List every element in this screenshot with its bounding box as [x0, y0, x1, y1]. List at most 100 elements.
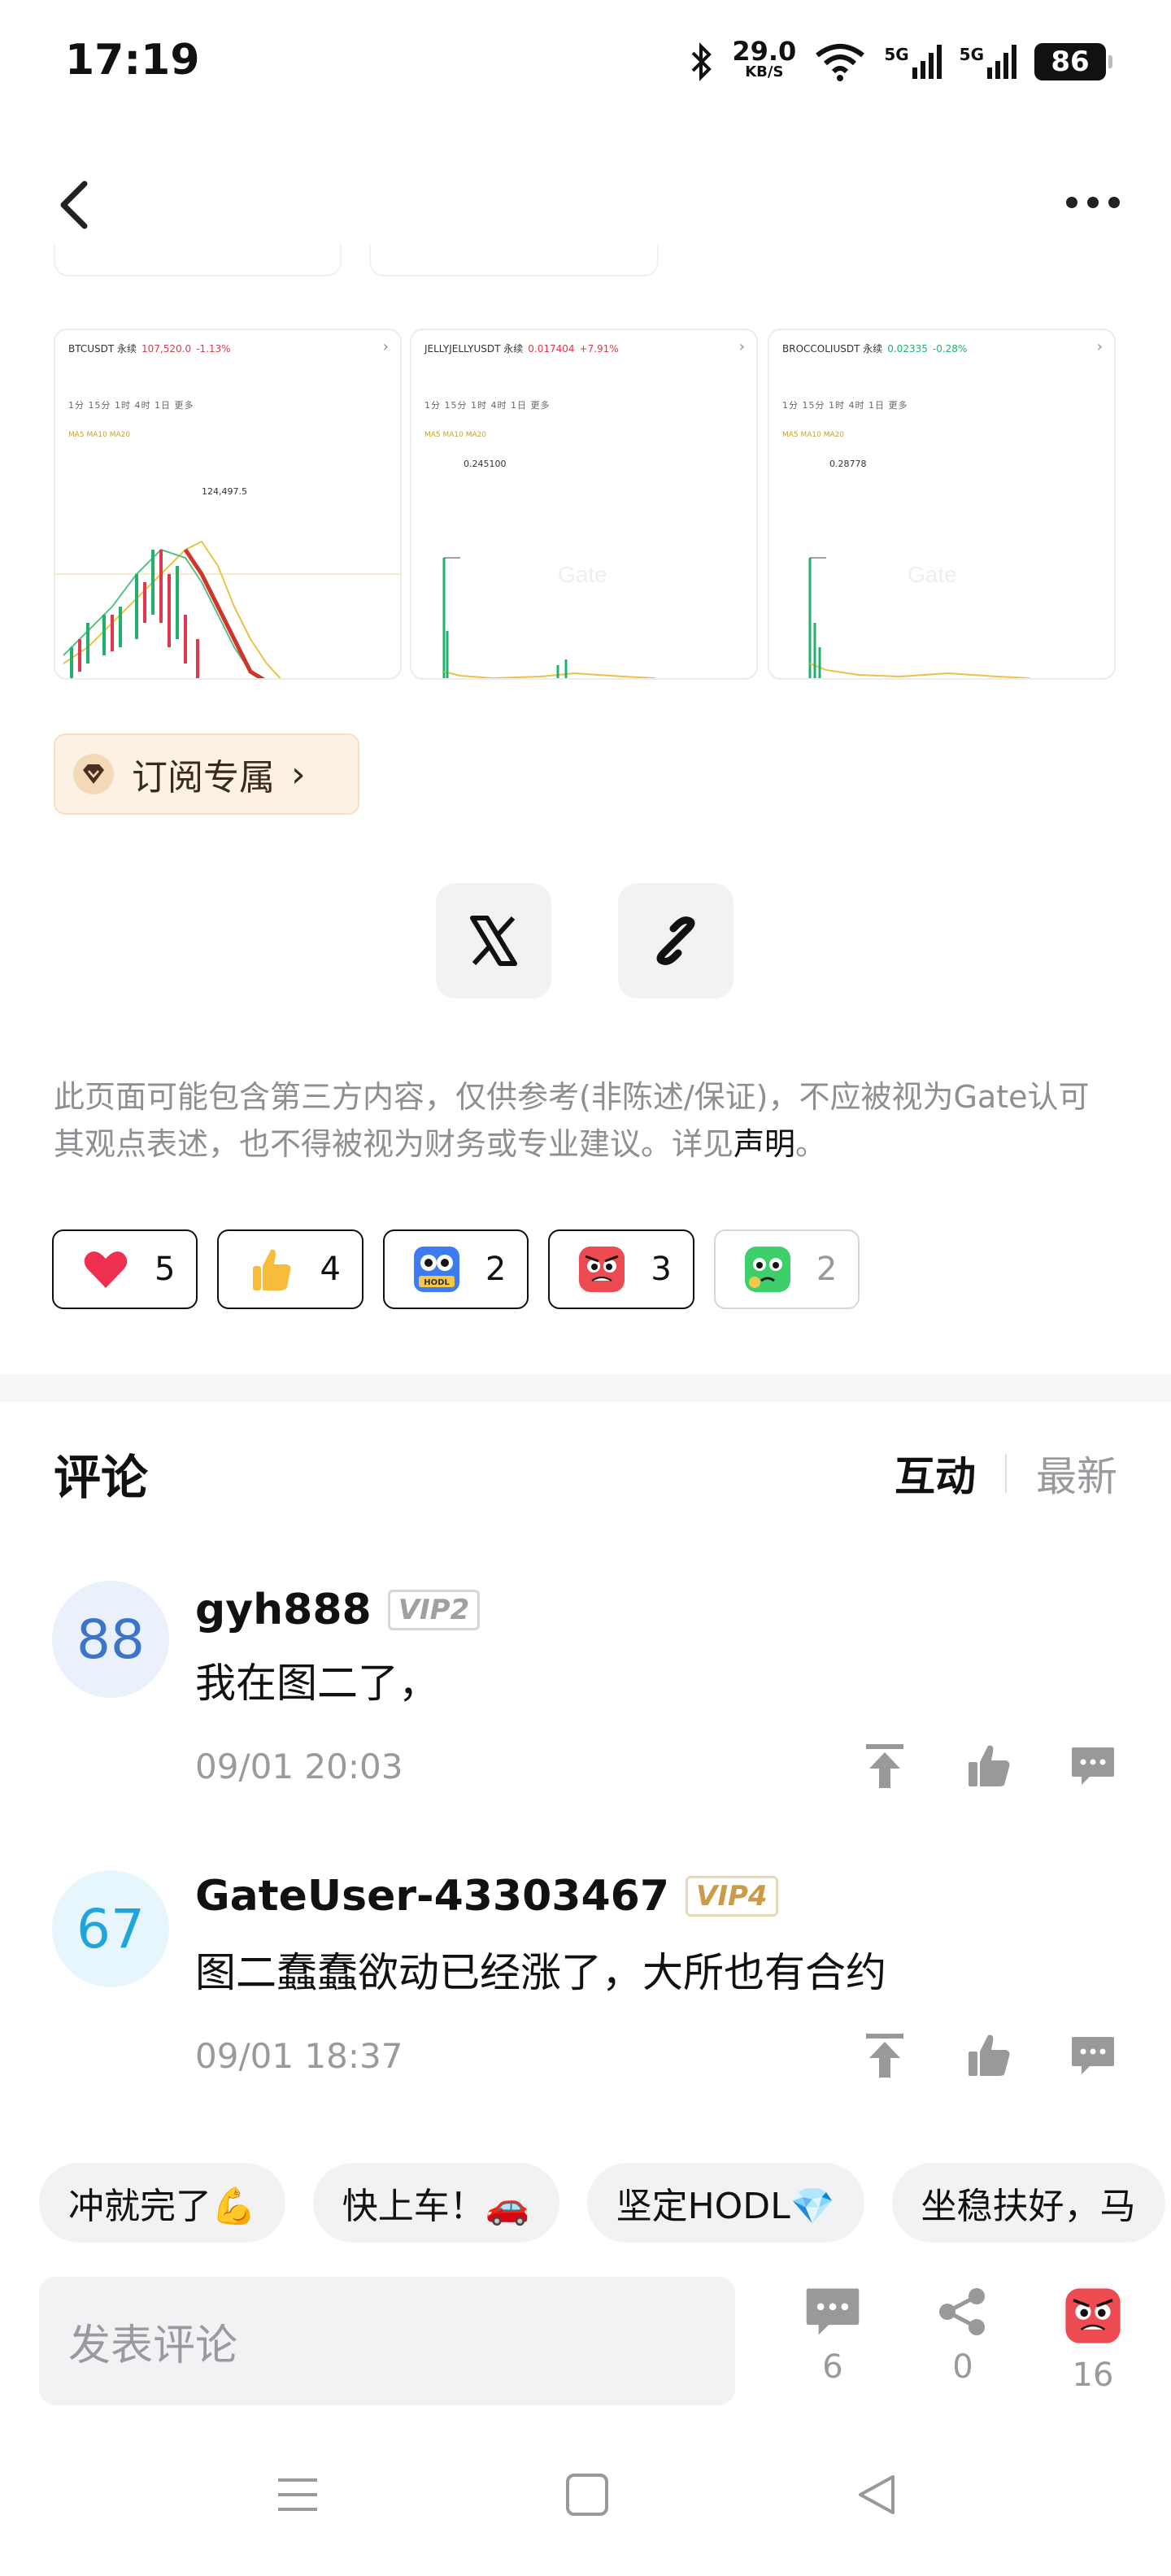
reply-button[interactable]: [1069, 1742, 1117, 1791]
reaction-angry[interactable]: 3: [548, 1229, 694, 1309]
reactions-bar: 5 4 HODL 2 3 2: [52, 1229, 860, 1309]
pin-top-button[interactable]: [860, 1742, 909, 1791]
quick-reply-chip[interactable]: 快上车！🚗: [312, 2163, 559, 2243]
quick-reply-chip[interactable]: 坐稳扶好，马: [891, 2163, 1165, 2243]
subscribe-exclusive-button[interactable]: 订阅专属 ›: [54, 733, 359, 815]
quick-reply-chip[interactable]: 冲就完了💪: [39, 2163, 285, 2243]
battery-indicator: 86: [1034, 43, 1112, 80]
link-icon: [656, 916, 695, 965]
share-count: 0: [952, 2348, 973, 2386]
share-x-button[interactable]: [436, 883, 551, 999]
like-button[interactable]: [964, 2031, 1013, 2080]
comment-input[interactable]: 发表评论: [39, 2277, 735, 2405]
chat-bubble-icon: [806, 2288, 860, 2335]
reaction-heart[interactable]: 5: [52, 1229, 198, 1309]
diamond-icon: [73, 754, 114, 794]
faint-card-right: [369, 244, 659, 276]
vip-badge: VIP2: [387, 1590, 481, 1630]
comments-title: 评论: [54, 1450, 149, 1505]
reactions-count: 16: [1072, 2356, 1114, 2394]
thumbs-up-icon: [969, 1745, 1010, 1786]
comment-username[interactable]: gyh888 VIP2: [195, 1586, 481, 1634]
chart-timeframes: 1分 15分 1时 4时 1日 更多: [782, 400, 908, 411]
svg-text:HODL: HODL: [424, 1278, 450, 1287]
avatar[interactable]: 88: [52, 1581, 169, 1698]
thumbs-up-icon: [246, 1245, 295, 1294]
chevron-right-icon: ›: [1096, 338, 1103, 355]
comments-count: 6: [822, 2348, 843, 2386]
chart-thumbnail-3[interactable]: BROCCOLIUSDT 永续 0.02335 -0.28% › 1分 15分 1时…: [768, 329, 1116, 680]
x-logo-icon: [470, 916, 517, 966]
wifi-icon: [816, 44, 865, 81]
reactions-count-button[interactable]: 16: [1052, 2287, 1134, 2394]
svg-text:Gate: Gate: [908, 562, 957, 587]
comment-username[interactable]: GateUser-43303467 VIP4: [195, 1872, 778, 1921]
tab-interactive[interactable]: 互动: [895, 1444, 976, 1503]
status-icons: 29.0 KB/S 5G 5G 86: [690, 36, 1112, 86]
quick-reply-chip[interactable]: 坚定HODL💎: [586, 2163, 864, 2243]
comments-count-button[interactable]: 6: [792, 2287, 873, 2386]
chart-header: BROCCOLIUSDT 永续 0.02335 -0.28%: [782, 343, 968, 355]
chat-bubble-icon: [1072, 1747, 1114, 1785]
network-speed: 29.0 KB/S: [732, 36, 797, 80]
back-button[interactable]: [57, 179, 93, 231]
tab-separator: [1005, 1454, 1007, 1493]
square-icon: [566, 2474, 608, 2516]
pin-top-button[interactable]: [860, 2031, 909, 2080]
chevron-right-icon: ›: [382, 338, 389, 355]
heart-icon: [81, 1245, 130, 1294]
quick-reply-row: 冲就完了💪 快上车！🚗 坚定HODL💎 坐稳扶好，马: [39, 2163, 1165, 2243]
chevron-right-icon: ›: [291, 753, 306, 795]
chart-high-label: 124,497.5: [202, 486, 247, 497]
reaction-thumbs-up[interactable]: 4: [217, 1229, 363, 1309]
copy-link-button[interactable]: [618, 883, 734, 999]
candlestick-chart: Gate: [442, 557, 656, 678]
vip-badge: VIP4: [686, 1876, 778, 1917]
chart-thumbnail-1[interactable]: BTCUSDT 永续 107,520.0 -1.13% › 1分 15分 1时 4时…: [54, 329, 402, 680]
comment-text: 图二蠢蠢欲动已经涨了，大所也有合约: [195, 1949, 886, 1996]
avatar[interactable]: 67: [52, 1870, 169, 1987]
signal-5g-1: 5G: [884, 45, 942, 79]
angry-face-icon: [577, 1245, 626, 1294]
chevron-left-icon: [60, 181, 88, 229]
menu-lines-icon: [278, 2478, 317, 2511]
status-time: 17:19: [65, 36, 200, 85]
reply-button[interactable]: [1069, 2031, 1117, 2080]
thumbs-up-icon: [969, 2034, 1010, 2076]
reaction-hodl[interactable]: HODL 2: [382, 1229, 529, 1309]
chart-high-label: 0.245100: [464, 459, 507, 469]
green-face-icon: [743, 1245, 792, 1294]
reaction-green-face[interactable]: 2: [713, 1229, 860, 1309]
angry-face-icon: [1065, 2288, 1121, 2343]
chart-timeframes: 1分 15分 1时 4时 1日 更多: [68, 400, 194, 411]
like-button[interactable]: [964, 1742, 1013, 1791]
chart-high-label: 0.28778: [829, 459, 867, 469]
chart-header: BTCUSDT 永续 107,520.0 -1.13%: [68, 343, 231, 355]
nav-home-button[interactable]: [564, 2472, 610, 2521]
nav-back-button[interactable]: [854, 2472, 899, 2521]
chart-timeframes: 1分 15分 1时 4时 1日 更多: [424, 400, 551, 411]
bluetooth-icon: [691, 42, 712, 81]
chart-ma-legend: MA5 MA10 MA20: [424, 431, 487, 439]
statement-link[interactable]: 声明: [734, 1126, 795, 1162]
disclaimer-text: 此页面可能包含第三方内容，仅供参考(非陈述/保证)，不应被视为Gate认可其观点…: [54, 1079, 1090, 1162]
svg-text:Gate: Gate: [558, 562, 607, 587]
chart-header: JELLYJELLYUSDT 永续 0.017404 +7.91%: [424, 343, 619, 355]
chat-bubble-icon: [1072, 2037, 1114, 2074]
pin-top-icon: [866, 2034, 903, 2078]
nav-menu-button[interactable]: [275, 2472, 320, 2521]
share-count-button[interactable]: 0: [922, 2287, 1003, 2386]
chart-ma-legend: MA5 MA10 MA20: [782, 431, 845, 439]
chevron-right-icon: ›: [738, 338, 745, 355]
pin-top-icon: [866, 1744, 903, 1788]
signal-5g-2: 5G: [960, 45, 1016, 79]
section-divider: [0, 1374, 1171, 1402]
comment-text: 我在图二了，: [195, 1660, 439, 1707]
share-icon: [939, 2288, 985, 2335]
chart-thumbnail-2[interactable]: JELLYJELLYUSDT 永续 0.017404 +7.91% › 1分 15分…: [410, 329, 758, 680]
more-options-button[interactable]: [1064, 190, 1122, 215]
tab-latest[interactable]: 最新: [1036, 1444, 1117, 1503]
triangle-back-icon: [859, 2475, 895, 2514]
hodl-owl-icon: HODL: [412, 1245, 461, 1294]
candlestick-chart: Gate: [808, 557, 1030, 678]
